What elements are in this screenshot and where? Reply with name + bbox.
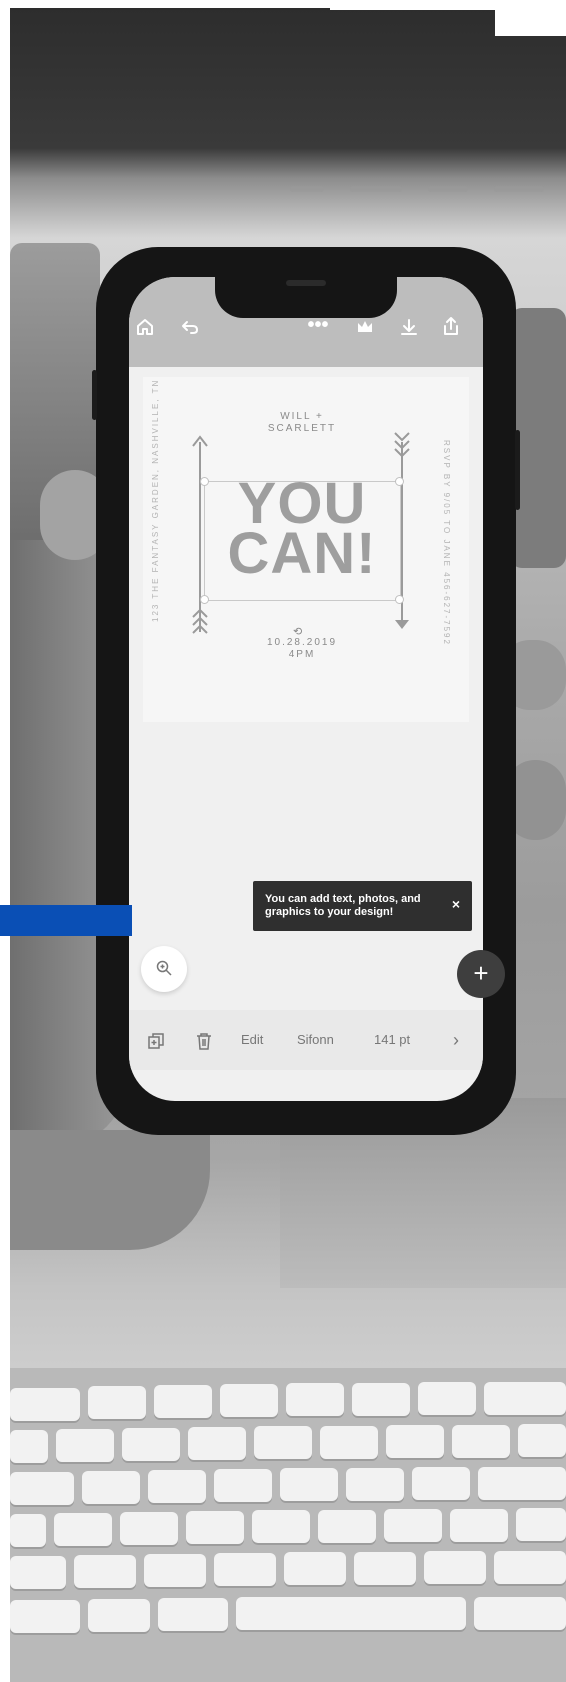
monitor-nav-blur: [290, 186, 324, 192]
phone-notch: [215, 268, 397, 318]
phone-side-button: [92, 370, 97, 420]
editor-bottom-bar: Edit Sifonn 141 pt ›: [129, 1010, 483, 1070]
chevron-right-icon[interactable]: ›: [453, 1010, 459, 1070]
names-line-2: SCARLETT: [267, 423, 337, 434]
zoom-button[interactable]: [141, 946, 187, 992]
crown-icon[interactable]: [351, 317, 379, 341]
left-arrow-fletching: [192, 608, 208, 634]
left-arrow-head: [192, 435, 208, 447]
hint-tooltip: You can add text, photos, and graphics t…: [253, 881, 472, 931]
resize-handle[interactable]: [200, 595, 209, 604]
phone-speaker: [286, 280, 326, 286]
zoom-in-icon: [156, 960, 172, 976]
add-element-button[interactable]: +: [457, 950, 505, 998]
more-icon[interactable]: •••: [304, 315, 332, 335]
tooltip-text: You can add text, photos, and graphics t…: [265, 893, 421, 918]
wrist: [10, 1130, 210, 1250]
right-arrow-fletching: [394, 432, 410, 458]
trash-icon[interactable]: [196, 1010, 212, 1070]
page-edge-corner: [495, 0, 566, 36]
duplicate-icon[interactable]: [147, 1010, 165, 1070]
close-icon[interactable]: ×: [452, 896, 460, 912]
monitor-nav-blur: [428, 186, 468, 192]
design-names[interactable]: WILL + SCARLETT: [257, 411, 347, 435]
resize-handle[interactable]: [395, 595, 404, 604]
design-headline[interactable]: YOU CAN!: [207, 475, 397, 586]
monitor-nav-blur: [494, 186, 544, 192]
names-line-1: WILL +: [280, 411, 324, 422]
download-icon[interactable]: [395, 317, 423, 341]
right-arrow-head: [395, 620, 409, 629]
home-icon[interactable]: [131, 317, 159, 341]
phone-side-button: [515, 430, 520, 510]
time-line: 4PM: [288, 649, 316, 660]
left-arrow-line: [199, 442, 201, 632]
share-icon[interactable]: [437, 315, 465, 341]
undo-icon[interactable]: [176, 317, 204, 341]
headline-line-2: CAN!: [227, 521, 377, 586]
keyboard: [10, 1368, 566, 1682]
font-size-selector[interactable]: 141 pt: [374, 1010, 410, 1070]
font-selector[interactable]: Sifonn: [297, 1010, 334, 1070]
design-address-text[interactable]: 123 THE FANTASY GARDEN, NASHVILLE, TN: [151, 379, 160, 622]
accent-bar: [0, 905, 132, 936]
edit-button[interactable]: Edit: [241, 1010, 263, 1070]
design-rsvp-text[interactable]: RSVP BY 9/05 TO JANE 456-627-7592: [442, 440, 451, 646]
date-line: 10.28.2019: [266, 637, 338, 648]
monitor-nav-blur: [350, 186, 402, 192]
design-date[interactable]: 10.28.2019 4PM: [257, 637, 347, 661]
